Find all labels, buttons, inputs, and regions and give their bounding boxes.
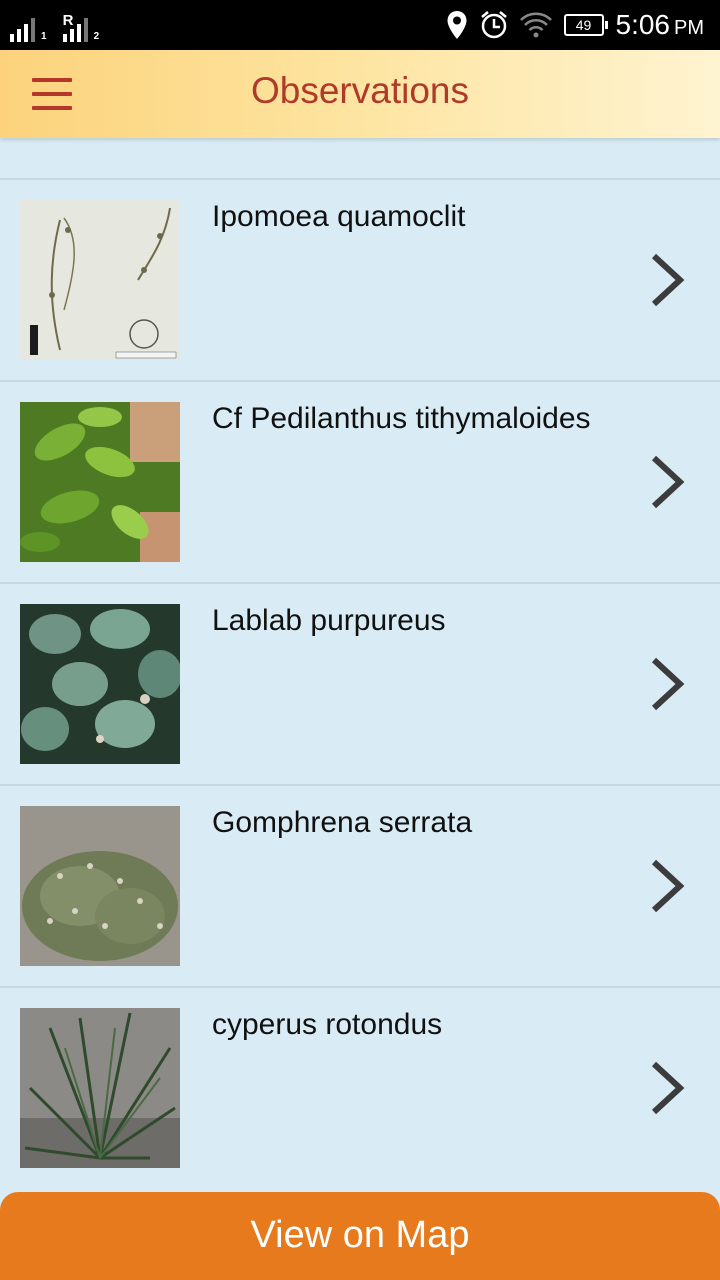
location-icon	[447, 11, 466, 39]
signal-sim2-icon: R 2	[62, 12, 100, 42]
roaming-indicator: R	[62, 12, 74, 29]
page-title: Observations	[251, 70, 469, 111]
clock-time: 5:06	[615, 9, 671, 40]
signal-sim1-icon: 1	[10, 16, 47, 42]
observation-thumbnail	[20, 806, 180, 966]
chevron-right-icon	[651, 455, 685, 509]
chevron-right-icon	[651, 657, 685, 711]
list-item[interactable]: Ipomoea quamoclit	[0, 178, 720, 380]
sim1-label: 1	[41, 31, 47, 42]
observation-name: Cf Pedilanthus tithymaloides	[212, 402, 591, 435]
observation-name: Ipomoea quamoclit	[212, 200, 466, 233]
observation-thumbnail	[20, 1008, 180, 1168]
battery-icon: 49	[563, 14, 608, 36]
observation-name: Lablab purpureus	[212, 604, 446, 637]
clock-ampm: PM	[674, 17, 704, 39]
chevron-right-icon	[651, 1061, 685, 1115]
battery-level: 49	[575, 17, 592, 33]
wifi-icon	[519, 12, 552, 38]
chevron-right-icon	[651, 253, 685, 307]
clock: 5:06 PM	[616, 9, 705, 41]
list-item[interactable]: Lablab purpureus	[0, 582, 720, 784]
list-item[interactable]: Cf Pedilanthus tithymaloides	[0, 380, 720, 582]
view-on-map-button[interactable]: View on Map	[0, 1192, 720, 1280]
list-item[interactable]: cyperus rotondus	[0, 986, 720, 1188]
chevron-right-icon	[651, 859, 685, 913]
alarm-icon	[480, 11, 507, 39]
status-bar: 1 R 2 49 5:06 PM	[0, 0, 720, 50]
observation-thumbnail	[20, 402, 180, 562]
observation-name: cyperus rotondus	[212, 1008, 443, 1041]
sim2-label: 2	[93, 31, 100, 42]
observation-list: Ipomoea quamoclit Cf Pedilanthus tithyma…	[0, 178, 720, 1188]
app-bar: Observations	[0, 50, 720, 138]
observation-thumbnail	[20, 200, 180, 360]
list-item[interactable]: Gomphrena serrata	[0, 784, 720, 986]
observation-thumbnail	[20, 604, 180, 764]
observation-name: Gomphrena serrata	[212, 806, 473, 839]
